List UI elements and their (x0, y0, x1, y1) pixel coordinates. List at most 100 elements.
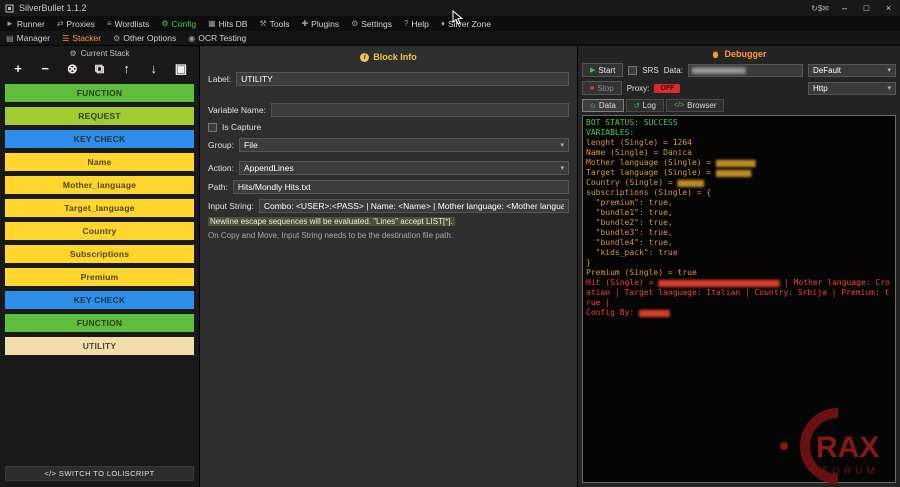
wordlist-type-select[interactable]: DeFault ▾ (808, 64, 896, 77)
subtoolbar-item-ocr-testing[interactable]: ◉OCR Testing (182, 31, 252, 45)
stack-block[interactable]: UTILITY (5, 337, 194, 355)
debug-start-row: ▶ Start SRS Data: ▆▆▆▆▆▆▆▆▆▆▆▆ DeFault ▾ (582, 63, 896, 77)
feedback-icon[interactable]: ✉ (822, 4, 829, 13)
action-row: Action: AppendLines ▾ (208, 161, 569, 175)
stack-block[interactable]: FUNCTION (5, 314, 194, 332)
group-select[interactable]: File ▾ (239, 138, 569, 152)
stop-button[interactable]: ■ Stop (582, 81, 622, 95)
group-label: Group: (208, 140, 234, 150)
proxy-type-value: Http (813, 84, 828, 93)
switch-to-loliscript-button[interactable]: </> SWITCH TO LOLISCRIPT (5, 466, 194, 481)
menu-item-label: Plugins (311, 19, 339, 29)
menu-item-label: Silver Zone (448, 19, 491, 29)
remove-block-icon[interactable]: − (36, 61, 54, 77)
is-capture-checkbox[interactable] (208, 123, 217, 132)
tab-log[interactable]: ↺Log (626, 99, 664, 112)
add-block-icon[interactable]: + (9, 61, 27, 77)
proxy-toggle[interactable]: OFF (654, 84, 680, 93)
ocr-testing-icon: ◉ (188, 34, 195, 43)
menu-item-help[interactable]: ?Help (398, 16, 435, 31)
menu-item-plugins[interactable]: ✚Plugins (295, 16, 345, 31)
titlebar-right: ↻$✉ – □ × (811, 3, 895, 13)
menubar-items: ►Runner⇄Proxies≡Wordlists⚙Config▦Hits DB… (0, 16, 497, 31)
data-label: Data: (664, 66, 683, 75)
help-icon: ? (404, 19, 408, 28)
proxy-type-select[interactable]: Http ▾ (808, 82, 896, 95)
menu-item-silver-zone[interactable]: ♦Silver Zone (435, 16, 497, 31)
stack-block[interactable]: KEY CHECK (5, 130, 194, 148)
stack-block[interactable]: Target_language (5, 199, 194, 217)
menu-item-proxies[interactable]: ⇄Proxies (51, 16, 101, 31)
console-text: ▆▆▆▆▆▆▆ (639, 308, 669, 317)
stack-header-label: Current Stack (81, 49, 130, 58)
console-text: Target language (Single) = (586, 168, 716, 177)
console-line: "bundle2": true, (586, 218, 892, 228)
menu-item-settings[interactable]: ⚙Settings (345, 16, 398, 31)
console-line: VARIABLES: (586, 128, 892, 138)
tab-label: Data (599, 101, 616, 110)
clone-block-icon[interactable]: ⧉ (90, 61, 108, 77)
debug-console[interactable]: BOT STATUS: SUCCESSVARIABLES:lenght (Sin… (582, 115, 896, 483)
stack-block[interactable]: Subscriptions (5, 245, 194, 263)
variable-name-row: Variable Name: (208, 103, 569, 117)
subtoolbar-item-manager[interactable]: ▤Manager (0, 31, 56, 45)
stop-button-label: Stop (597, 84, 613, 93)
minimize-button[interactable]: – (838, 3, 851, 13)
console-text: Config By: (586, 308, 639, 317)
debugger-panel: Debugger ▶ Start SRS Data: ▆▆▆▆▆▆▆▆▆▆▆▆ … (578, 46, 900, 487)
console-text: BOT STATUS: SUCCESS (586, 118, 678, 127)
input-string-row: Input String: (208, 199, 569, 213)
debug-data-input[interactable]: ▆▆▆▆▆▆▆▆▆▆▆▆ (688, 64, 803, 77)
stack-block[interactable]: FUNCTION (5, 84, 194, 102)
history-icon[interactable]: ↻ (811, 4, 818, 13)
subtoolbar-item-stacker[interactable]: ☰Stacker (56, 31, 107, 45)
stack-block[interactable]: REQUEST (5, 107, 194, 125)
stack-block[interactable]: KEY CHECK (5, 291, 194, 309)
settings-icon: ⚙ (351, 19, 358, 28)
console-text: ▆▆▆▆▆▆▆▆▆▆▆▆▆▆▆▆▆▆▆▆▆▆▆▆▆▆▆▆ (658, 278, 779, 287)
stack-block[interactable]: Name (5, 153, 194, 171)
menu-item-runner[interactable]: ►Runner (0, 16, 51, 31)
debug-tabs: ⊙Data↺Log</>Browser (582, 99, 896, 112)
stack-block[interactable]: Premium (5, 268, 194, 286)
menu-item-label: Wordlists (115, 19, 150, 29)
maximize-button[interactable]: □ (860, 3, 873, 13)
start-button[interactable]: ▶ Start (582, 63, 623, 77)
subtoolbar-item-other-options[interactable]: ⚙Other Options (107, 31, 182, 45)
console-line: Mother language (Single) = ▆▆▆▆▆▆▆▆▆ (586, 158, 892, 168)
console-text: subscriptions (Single) = { (586, 188, 711, 197)
stack-block[interactable]: Mother_language (5, 176, 194, 194)
tab-data[interactable]: ⊙Data (582, 99, 624, 112)
variable-name-input[interactable] (271, 103, 569, 117)
tab-browser[interactable]: </>Browser (666, 99, 724, 112)
menu-item-tools[interactable]: ⚒Tools (253, 16, 295, 31)
save-config-icon[interactable]: ▣ (172, 61, 190, 77)
path-input[interactable] (233, 180, 569, 194)
console-line: Country (Single) = ▆▆▆▆▆▆ (586, 178, 892, 188)
stack-block[interactable]: Country (5, 222, 194, 240)
menu-item-wordlists[interactable]: ≡Wordlists (101, 16, 155, 31)
app-window: SilverBullet 1.1.2 ↻$✉ – □ × ►Runner⇄Pro… (0, 0, 900, 487)
console-text: ▆▆▆▆▆▆ (678, 178, 704, 187)
menu-item-label: Settings (361, 19, 392, 29)
tools-icon: ⚒ (259, 19, 266, 28)
label-input[interactable] (236, 72, 569, 86)
disable-block-icon[interactable]: ⊗ (63, 61, 81, 77)
log-tab-icon: ↺ (634, 102, 640, 110)
action-select[interactable]: AppendLines ▾ (239, 161, 569, 175)
newline-note: Newline escape sequences will be evaluat… (208, 217, 569, 226)
input-string-input[interactable] (259, 199, 569, 213)
move-down-icon[interactable]: ↓ (145, 61, 163, 77)
menu-item-hits-db[interactable]: ▦Hits DB (202, 16, 253, 31)
debug-stop-row: ■ Stop Proxy: OFF Http ▾ (582, 81, 896, 95)
console-line: Config By: ▆▆▆▆▆▆▆ (586, 308, 892, 318)
block-info-panel: i Block Info Label: Variable Name: Is Ca… (200, 46, 578, 487)
close-button[interactable]: × (882, 3, 895, 13)
move-up-icon[interactable]: ↑ (118, 61, 136, 77)
block-info-header: i Block Info (208, 52, 569, 62)
start-button-label: Start (598, 66, 615, 75)
menu-item-label: Config (172, 19, 197, 29)
srs-checkbox[interactable] (628, 66, 637, 75)
menu-item-config[interactable]: ⚙Config (155, 16, 202, 31)
is-capture-label: Is Capture (222, 122, 261, 132)
